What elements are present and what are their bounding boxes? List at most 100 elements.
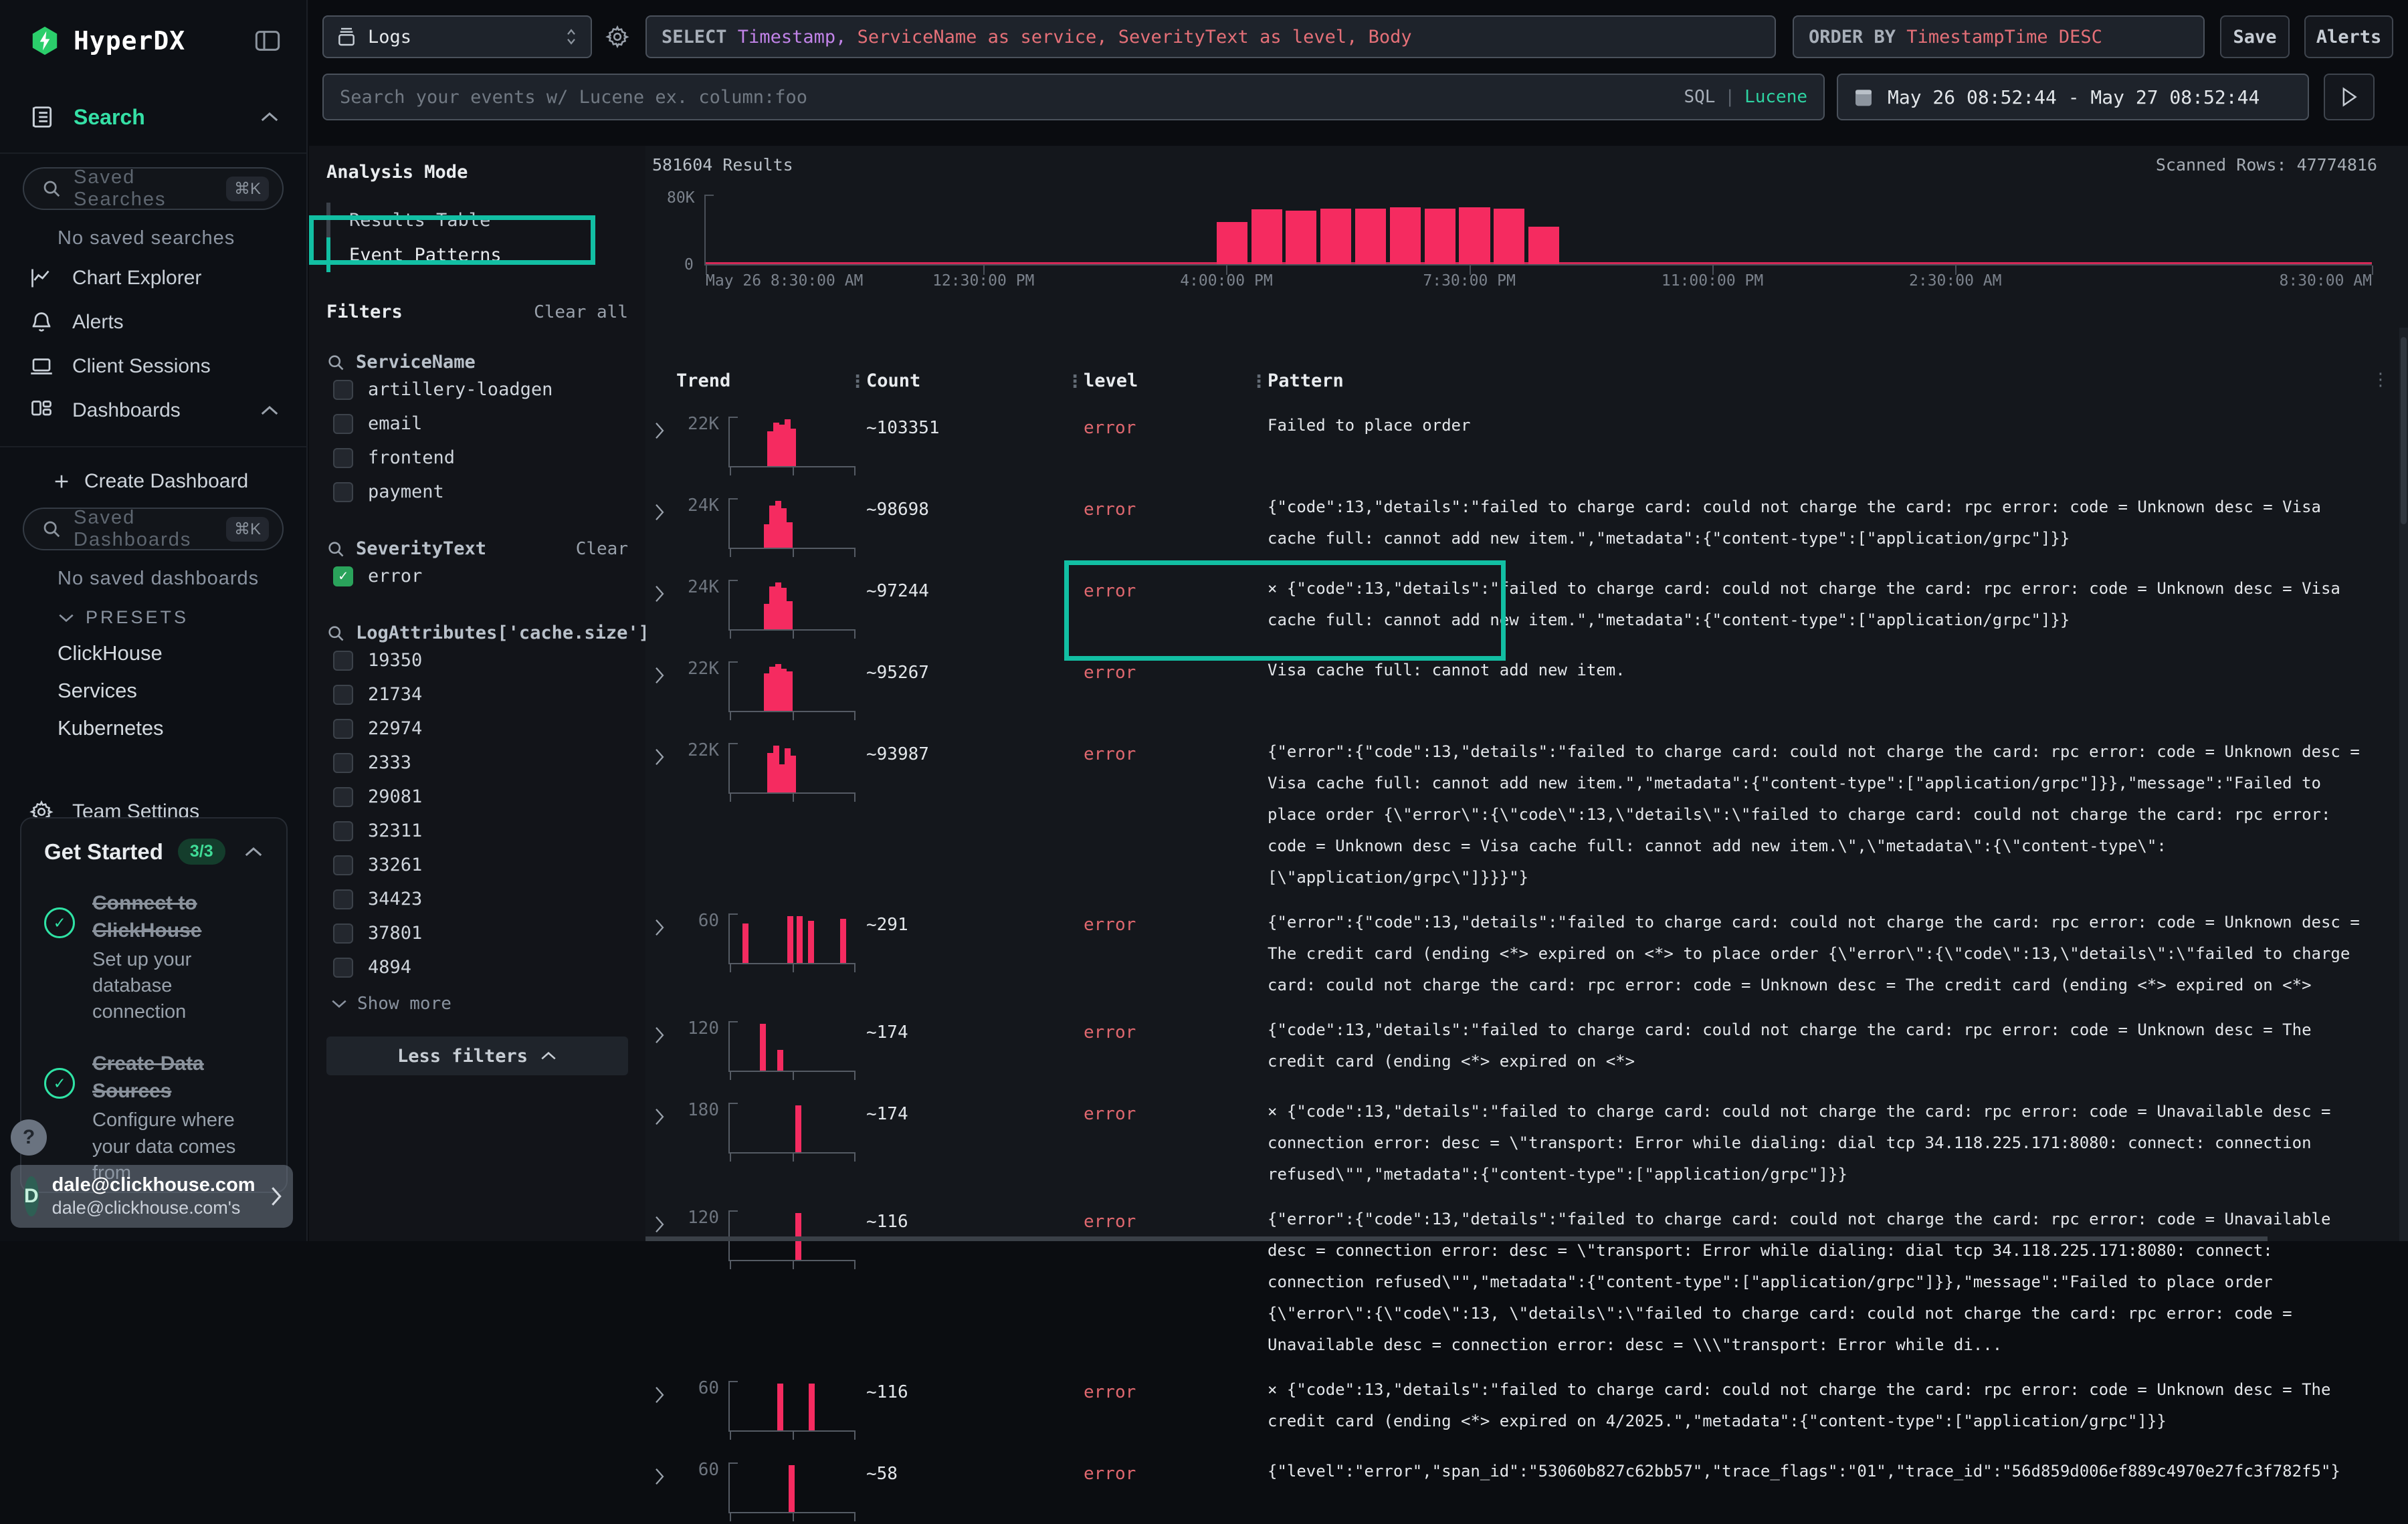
expand-row-chevron-icon[interactable] [652,1208,676,1361]
table-row[interactable]: 60 ~291 error {"error":{"code":13,"detai… [652,911,2408,1001]
expand-row-chevron-icon[interactable] [652,414,676,478]
checkbox[interactable]: ✓ [333,787,353,807]
checkbox[interactable]: ✓ [333,958,353,978]
checkbox[interactable]: ✓ [333,566,353,586]
column-header-level[interactable]: ⋮level [1084,370,1268,391]
time-range-picker[interactable]: May 26 08:52:44 - May 27 08:52:44 [1837,74,2309,120]
checkbox[interactable]: ✓ [333,651,353,671]
checkbox[interactable]: ✓ [333,719,353,739]
results-histogram[interactable]: 80K 0 May 26 8:30:00 AM12:30:00 PM4:00:0… [652,195,2377,322]
checkbox[interactable]: ✓ [333,821,353,841]
user-menu[interactable]: D dale@clickhouse.com dale@clickhouse.co… [11,1165,293,1228]
column-menu-icon[interactable]: ⋮ [1066,372,1084,392]
filter-option[interactable]: ✓ artillery-loadgen [326,372,628,407]
filter-option[interactable]: ✓ 2333 [326,746,628,780]
checkbox[interactable]: ✓ [333,889,353,909]
expand-row-chevron-icon[interactable] [652,1100,676,1190]
column-header-pattern[interactable]: ⋮Pattern [1268,370,2408,391]
search-input[interactable]: Search your events w/ Lucene ex. column:… [322,74,1825,120]
saved-dashboards-input[interactable]: Saved Dashboards ⌘K [23,508,284,550]
checkbox[interactable]: ✓ [333,923,353,944]
horizontal-scrollbar[interactable] [645,1236,2268,1241]
chevron-up-icon[interactable] [243,846,264,858]
column-header-trend[interactable]: Trend [676,370,866,391]
source-select[interactable]: Logs [322,15,592,58]
table-row[interactable]: 24K ~98698 error {"code":13,"details":"f… [652,496,2408,560]
column-menu-icon[interactable]: ⋮ [849,372,866,392]
column-header-count[interactable]: ⋮Count [866,370,1084,391]
filter-option[interactable]: ✓ 4894 [326,950,628,984]
expand-row-chevron-icon[interactable] [652,740,676,893]
filter-option[interactable]: ✓ 21734 [326,677,628,712]
sidebar-preset-item[interactable]: Kubernetes [0,710,306,747]
expand-row-chevron-icon[interactable] [652,577,676,641]
vertical-scrollbar[interactable] [2399,328,2408,1241]
sidebar-preset-item[interactable]: Services [0,672,306,710]
checkbox[interactable]: ✓ [333,414,353,434]
search-icon[interactable] [326,353,345,372]
sidebar-item-search[interactable]: Search [0,95,306,139]
table-menu-icon[interactable]: ⋮ [2372,370,2389,390]
sql-toggle[interactable]: SQL [1684,87,1715,107]
filter-option[interactable]: ✓ error [326,559,628,593]
expand-row-chevron-icon[interactable] [652,1460,676,1524]
sidebar-item-alerts[interactable]: Alerts [0,300,306,344]
alerts-button[interactable]: Alerts [2304,15,2393,58]
sidebar-item-client-sessions[interactable]: Client Sessions [0,344,306,389]
table-row[interactable]: 22K ~93987 error {"error":{"code":13,"de… [652,740,2408,893]
table-row[interactable]: 60 ~116 error × {"code":13,"details":"fa… [652,1378,2408,1442]
expand-row-chevron-icon[interactable] [652,1378,676,1442]
collapse-sidebar-icon[interactable] [254,29,281,52]
clear-all-filters-button[interactable]: Clear all [534,302,628,322]
expand-row-chevron-icon[interactable] [652,1018,676,1083]
source-settings-gear-icon[interactable] [605,25,629,49]
filter-option[interactable]: ✓ payment [326,475,628,509]
save-button[interactable]: Save [2220,15,2290,58]
filter-option[interactable]: ✓ 29081 [326,780,628,814]
lucene-toggle[interactable]: Lucene [1744,87,1807,107]
filter-option[interactable]: ✓ email [326,407,628,441]
search-icon[interactable] [326,624,345,643]
table-row[interactable]: 24K ~97244 error × {"code":13,"details":… [652,577,2408,641]
filter-option[interactable]: ✓ frontend [326,441,628,475]
scrollbar-thumb[interactable] [2401,337,2407,524]
table-row[interactable]: 22K ~103351 error Failed to place order [652,414,2408,478]
analysis-mode-option[interactable]: Event Patterns [326,237,628,272]
checkbox[interactable]: ✓ [333,482,353,502]
presets-toggle[interactable]: PRESETS [0,596,306,635]
table-row[interactable]: 60 ~58 error {"level":"error","span_id":… [652,1460,2408,1524]
checkbox[interactable]: ✓ [333,380,353,400]
table-row[interactable]: 120 ~116 error {"error":{"code":13,"deta… [652,1208,2408,1361]
filter-option[interactable]: ✓ 37801 [326,916,628,950]
column-menu-icon[interactable]: ⋮ [1250,372,1268,392]
show-more-button[interactable]: Show more [326,984,628,1014]
table-row[interactable]: 180 ~174 error × {"code":13,"details":"f… [652,1100,2408,1190]
run-query-button[interactable] [2324,74,2375,120]
analysis-mode-option[interactable]: Results Table [326,203,628,237]
expand-row-chevron-icon[interactable] [652,496,676,560]
filter-option[interactable]: ✓ 33261 [326,848,628,882]
checkbox[interactable]: ✓ [333,753,353,773]
table-row[interactable]: 120 ~174 error {"code":13,"details":"fai… [652,1018,2408,1083]
sidebar-item-dashboards[interactable]: Dashboards [0,389,306,433]
less-filters-button[interactable]: Less filters [326,1037,628,1075]
filter-option[interactable]: ✓ 34423 [326,882,628,916]
order-by-input[interactable]: ORDER BY TimestampTime DESC [1793,15,2205,58]
checkbox[interactable]: ✓ [333,448,353,468]
filter-option[interactable]: ✓ 19350 [326,643,628,677]
sidebar-preset-item[interactable]: ClickHouse [0,635,306,672]
table-row[interactable]: 22K ~95267 error Visa cache full: cannot… [652,659,2408,723]
create-dashboard-button[interactable]: Create Dashboard [0,461,306,502]
clear-group-button[interactable]: Clear [576,539,628,559]
query-language-toggle[interactable]: SQL | Lucene [1684,87,1807,107]
checkbox[interactable]: ✓ [333,855,353,875]
get-started-item[interactable]: ✓ Connect to ClickHouse Set up your data… [44,890,264,1025]
checkbox[interactable]: ✓ [333,685,353,705]
expand-row-chevron-icon[interactable] [652,911,676,1001]
saved-searches-input[interactable]: Saved Searches ⌘K [23,167,284,210]
search-icon[interactable] [326,540,345,558]
filter-option[interactable]: ✓ 32311 [326,814,628,848]
chevron-up-icon[interactable] [260,111,280,123]
filter-option[interactable]: ✓ 22974 [326,712,628,746]
help-button[interactable]: ? [11,1119,47,1156]
